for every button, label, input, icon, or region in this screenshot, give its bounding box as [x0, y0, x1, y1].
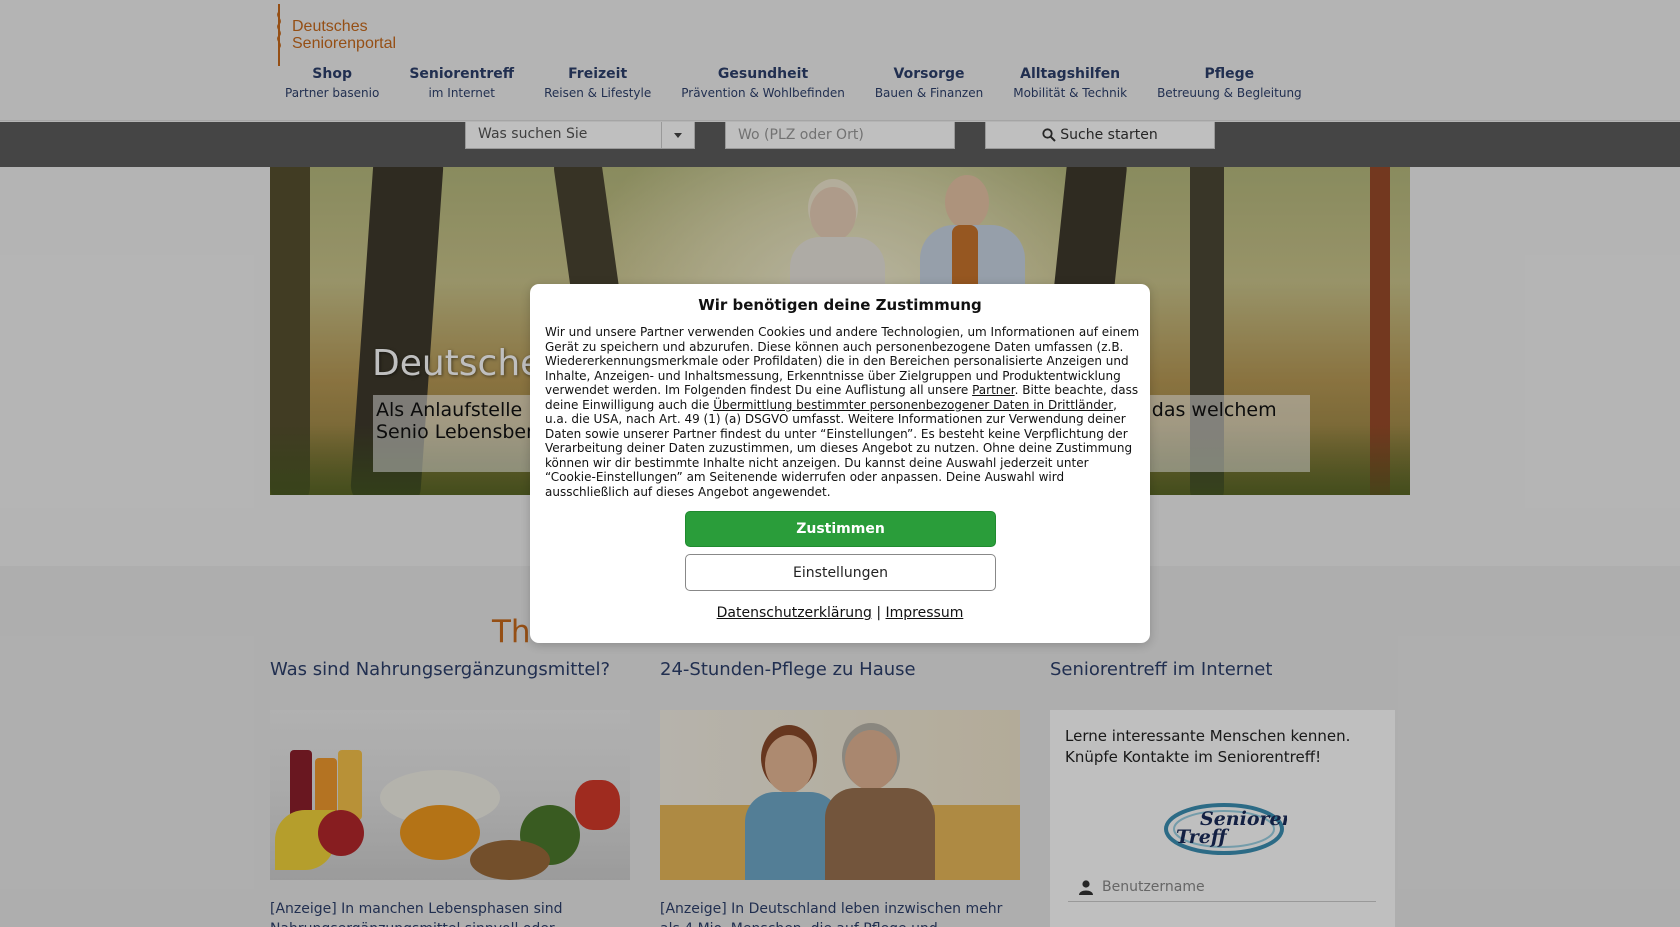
consent-links: Datenschutzerklärung | Impressum — [530, 605, 1150, 621]
accept-button[interactable]: Zustimmen — [685, 511, 996, 547]
link-separator: | — [876, 605, 882, 621]
data-transfer-link[interactable]: Übermittlung bestimmter personenbezogene… — [713, 398, 1113, 412]
consent-text: Wir und unsere Partner verwenden Cookies… — [545, 325, 1140, 499]
consent-title: Wir benötigen deine Zustimmung — [698, 296, 982, 314]
imprint-link[interactable]: Impressum — [886, 605, 964, 621]
consent-dialog: Wir benötigen deine Zustimmung Wir und u… — [530, 284, 1150, 643]
privacy-link[interactable]: Datenschutzerklärung — [717, 605, 872, 621]
settings-button[interactable]: Einstellungen — [685, 554, 996, 591]
consent-text-part: , u.a. die USA, nach Art. 49 (1) (a) DSG… — [545, 397, 1133, 499]
partner-link[interactable]: Partner — [972, 383, 1015, 397]
